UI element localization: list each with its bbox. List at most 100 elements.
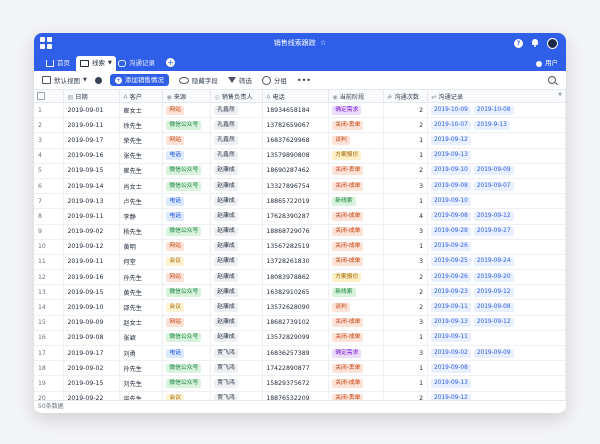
owner-cell[interactable]: 赵康成 — [210, 224, 264, 240]
table-row[interactable]: 19 2019-09-15 刘先生 微信公众号 贾飞鸿 15829375672 关闭-成单 1… — [34, 375, 566, 392]
owner-cell[interactable]: 孔鑫然 — [210, 102, 264, 119]
star-icon[interactable]: ☆ — [320, 39, 326, 47]
records-cell[interactable]: 2019-09-25 2019-09-24 — [427, 254, 566, 271]
stage-cell[interactable]: 关闭-丢单 — [328, 117, 385, 134]
records-cell[interactable]: 2019-09-26 — [427, 239, 566, 255]
record-link[interactable]: 2019-09-12 — [473, 211, 514, 221]
owner-cell[interactable]: 赵康成 — [210, 193, 264, 210]
table-row[interactable]: 16 2019-09-08 张颖 微信公众号 赵康成 13572829099 关闭-成单 1 2… — [34, 330, 566, 347]
stage-cell[interactable]: 确定需求 — [328, 102, 385, 119]
source-cell[interactable]: 微信公众号 — [162, 224, 212, 240]
record-link[interactable]: 2019-09-10 — [431, 196, 471, 206]
record-link[interactable]: 2019-09-13 — [431, 378, 471, 388]
records-cell[interactable]: 2019-09-28 2019-09-27 — [427, 224, 566, 240]
owner-cell[interactable]: 赵康成 — [210, 269, 264, 286]
count-cell[interactable]: 2 — [383, 117, 429, 134]
bell-icon[interactable] — [531, 39, 539, 47]
source-cell[interactable]: 微信公众号 — [162, 163, 212, 179]
add-tab-icon[interactable]: + — [166, 58, 175, 67]
table-row[interactable]: 10 2019-09-12 黄明 网站 赵康成 13567282519 关闭-成单 1 2019… — [34, 239, 566, 255]
record-link[interactable]: 2019-09-23 — [431, 287, 471, 297]
stage-cell[interactable]: 关闭-成单 — [328, 208, 385, 225]
record-link[interactable]: 2019-09-11 — [431, 303, 471, 313]
table-row[interactable]: 3 2019-09-17 荣先生 网站 孔鑫然 16837629968 谈判 1 2019-09… — [34, 132, 566, 149]
phone-cell[interactable]: 18934658184 — [262, 102, 330, 119]
customer-cell[interactable]: 徐先生 — [119, 117, 164, 134]
view-selector[interactable]: 默认视图 ▼ — [42, 75, 87, 85]
stage-cell[interactable]: 关闭-成单 — [328, 315, 385, 331]
record-link[interactable]: 2019-09-08 — [431, 363, 471, 373]
count-cell[interactable]: 2 — [383, 269, 429, 286]
customer-cell[interactable]: 崔女士 — [119, 102, 164, 119]
customer-cell[interactable]: 何堂 — [119, 254, 164, 271]
tab-communication[interactable]: 沟通记录 — [114, 56, 159, 71]
record-link[interactable]: 2019-09-02 — [431, 348, 471, 358]
count-cell[interactable]: 4 — [383, 208, 429, 225]
date-cell[interactable]: 2019-09-01 — [63, 102, 121, 119]
table-row[interactable]: 5 2019-09-15 崔先生 微信公众号 赵康成 18690287462 关闭-丢单 2 2… — [34, 163, 566, 179]
phone-cell[interactable]: 17628390287 — [262, 208, 330, 225]
phone-cell[interactable]: 18865722019 — [262, 193, 330, 210]
records-cell[interactable]: 2019-10-09 2019-10-08 — [427, 102, 566, 119]
record-link[interactable]: 2019-09-08 — [431, 181, 471, 191]
records-cell[interactable]: 2019-09-10 2019-09-09 — [427, 163, 566, 179]
owner-cell[interactable]: 贾飞鸿 — [210, 375, 264, 392]
owner-cell[interactable]: 赵康成 — [210, 178, 264, 195]
date-cell[interactable]: 2019-09-16 — [63, 148, 121, 164]
date-cell[interactable]: 2019-09-02 — [63, 360, 121, 377]
table-row[interactable]: 14 2019-09-10 邵先生 会议 赵康成 13572628090 谈判 2 2019-0… — [34, 299, 566, 316]
owner-cell[interactable]: 赵康成 — [210, 163, 264, 179]
record-link[interactable]: 2019-09-27 — [473, 227, 514, 237]
table-row[interactable]: 6 2019-09-14 肖女士 微信公众号 赵康成 13327896754 关闭-成单 3 2… — [34, 178, 566, 195]
stage-cell[interactable]: 关闭-成单 — [328, 224, 385, 240]
customer-cell[interactable]: 张颖 — [119, 330, 164, 347]
owner-cell[interactable]: 赵康成 — [210, 284, 264, 301]
count-cell[interactable]: 1 — [383, 132, 429, 149]
column-header[interactable]: ⇄ 沟通记录 ▼ — [427, 90, 566, 103]
date-cell[interactable]: 2019-09-11 — [63, 208, 121, 225]
table-row[interactable]: 12 2019-09-16 孙先生 网站 赵康成 18083978862 方案报价 2 2019… — [34, 269, 566, 286]
date-cell[interactable]: 2019-09-10 — [63, 299, 121, 316]
stage-cell[interactable]: 谈判 — [328, 132, 385, 149]
phone-cell[interactable]: 18690287462 — [262, 163, 330, 179]
column-header[interactable]: A 电话 — [262, 90, 330, 103]
record-link[interactable]: 2019-10-09 — [431, 105, 471, 115]
owner-cell[interactable]: 贾飞鸿 — [210, 360, 264, 377]
table-row[interactable]: 11 2019-09-11 何堂 会议 赵康成 13728261830 关闭-成单 3 2019… — [34, 254, 566, 271]
customer-cell[interactable]: 黄明 — [119, 239, 164, 255]
date-cell[interactable]: 2019-09-11 — [63, 117, 121, 134]
stage-cell[interactable]: 关闭-丢单 — [328, 163, 385, 179]
phone-cell[interactable]: 18083978862 — [262, 269, 330, 286]
owner-cell[interactable]: 赵康成 — [210, 254, 264, 271]
owner-cell[interactable]: 赵康成 — [210, 299, 264, 316]
count-cell[interactable]: 1 — [383, 239, 429, 255]
records-cell[interactable]: 2019-09-132019-09-12 — [427, 315, 566, 331]
column-header[interactable]: ◉ 来源 — [162, 90, 212, 103]
record-link[interactable]: 2019-09-25 — [431, 257, 471, 267]
records-cell[interactable]: 2019-09-26 2019-09-20 — [427, 269, 566, 286]
filter-button[interactable]: 筛选 — [227, 75, 252, 85]
date-cell[interactable]: 2019-09-16 — [63, 269, 121, 286]
phone-cell[interactable]: 13572628090 — [262, 299, 330, 316]
records-cell[interactable]: 2019-09-12 — [427, 132, 566, 149]
table-row[interactable]: 8 2019-09-11 李静 电话 赵康成 17628390287 关闭-成单 4 2019-… — [34, 208, 566, 225]
records-cell[interactable]: 2019-10-07 2019-9-13 — [427, 117, 566, 134]
stage-cell[interactable]: 新线索 — [328, 284, 385, 301]
date-cell[interactable]: 2019-09-14 — [63, 178, 121, 195]
stage-cell[interactable]: 关闭-成单 — [328, 375, 385, 392]
record-link[interactable]: 2019-09-10 — [431, 166, 471, 176]
phone-cell[interactable]: 13728261830 — [262, 254, 330, 271]
source-cell[interactable]: 会议 — [162, 254, 212, 271]
people-button[interactable] — [94, 76, 102, 84]
record-link[interactable]: 2019-09-12 — [473, 318, 514, 328]
table-row[interactable]: 2 2019-09-11 徐先生 微信公众号 孔鑫然 13782659067 关闭-丢单 2 2… — [34, 117, 566, 134]
phone-cell[interactable]: 18868729076 — [262, 224, 330, 240]
phone-cell[interactable]: 17422890877 — [262, 360, 330, 377]
source-cell[interactable]: 电话 — [162, 193, 212, 210]
phone-cell[interactable]: 13327896754 — [262, 178, 330, 195]
phone-cell[interactable]: 13567282519 — [262, 239, 330, 255]
column-header[interactable]: ▤ 日期 — [63, 90, 121, 103]
column-header[interactable]: ◎ 销售负责人 — [210, 90, 264, 103]
table-row[interactable]: 7 2019-09-13 卢先生 电话 赵康成 18865722019 新线索 1 2019-0… — [34, 193, 566, 210]
source-cell[interactable]: 网站 — [162, 315, 212, 331]
